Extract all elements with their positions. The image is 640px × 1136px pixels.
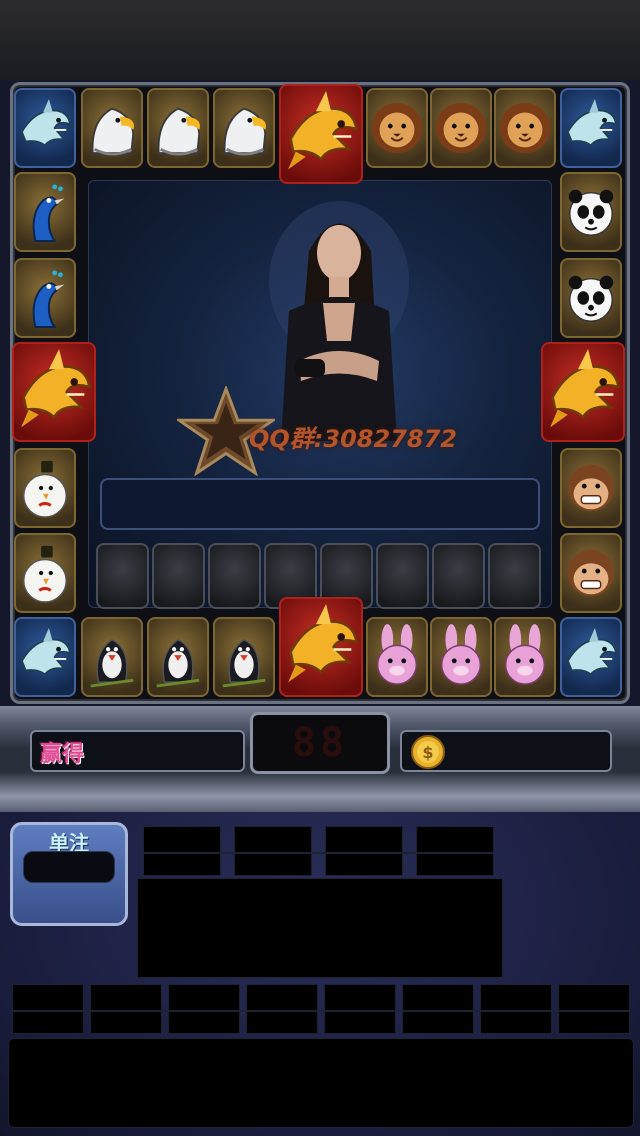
tile-eagle — [147, 88, 209, 168]
chicken-icon — [23, 460, 67, 518]
tile-golden-shark — [541, 342, 625, 442]
win-panel: 赢得 — [30, 730, 245, 772]
golden-shark-icon — [288, 604, 358, 683]
history-slot — [488, 543, 541, 609]
animal-bet-button[interactable] — [90, 984, 162, 1034]
history-slot — [152, 543, 205, 609]
single-bet-panel[interactable]: 单注 — [10, 822, 128, 926]
bet-button[interactable] — [416, 826, 494, 876]
divider — [143, 852, 494, 854]
history-slot — [208, 543, 261, 609]
tile-golden-shark — [279, 597, 363, 697]
peacock-icon — [32, 184, 65, 242]
tile-chicken — [14, 533, 76, 613]
tile-panda — [560, 258, 622, 338]
tile-shark — [14, 617, 76, 697]
hostess-image — [269, 201, 409, 441]
golden-shark-icon — [288, 91, 358, 170]
swallow-icon — [156, 638, 200, 688]
tile-rabbit — [430, 617, 492, 697]
tile-rabbit — [494, 617, 556, 697]
panda-icon — [568, 275, 614, 322]
animal-bet-button[interactable] — [402, 984, 474, 1034]
shark-icon — [20, 99, 72, 147]
history-slot — [96, 543, 149, 609]
shark-icon — [20, 628, 72, 676]
peacock-icon — [32, 270, 65, 328]
tile-eagle — [213, 88, 275, 168]
tile-chicken — [14, 448, 76, 528]
bet-button[interactable] — [143, 826, 221, 876]
coin-panel: $ — [400, 730, 612, 772]
tile-peacock — [14, 172, 76, 252]
tile-lion — [366, 88, 428, 168]
led-display: 88 — [291, 720, 349, 766]
monkey-icon — [567, 549, 615, 597]
history-slot — [376, 543, 429, 609]
bet-button[interactable] — [325, 826, 403, 876]
tile-golden-shark — [279, 84, 363, 184]
message-bar — [100, 478, 540, 530]
shark-icon — [566, 99, 618, 147]
eagle-icon — [157, 107, 201, 156]
bet-center-panel — [137, 878, 503, 978]
animal-bet-button[interactable] — [558, 984, 630, 1034]
chicken-icon — [23, 545, 67, 603]
eagle-icon — [223, 107, 267, 156]
top-bar — [0, 0, 640, 80]
history-slot — [432, 543, 485, 609]
animal-bet-button[interactable] — [168, 984, 240, 1034]
golden-shark-icon — [21, 349, 91, 428]
divider — [12, 1010, 630, 1012]
animal-bet-button[interactable] — [324, 984, 396, 1034]
tile-swallow — [147, 617, 209, 697]
rabbit-icon — [504, 624, 546, 685]
eagle-icon — [91, 107, 135, 156]
tile-shark — [14, 88, 76, 168]
tile-monkey — [560, 448, 622, 528]
panda-icon — [568, 189, 614, 236]
tile-panda — [560, 172, 622, 252]
tile-shark — [560, 617, 622, 697]
swallow-icon — [222, 638, 266, 688]
led-display-box: 88 — [250, 712, 390, 774]
rabbit-icon — [376, 624, 418, 685]
animal-bet-button[interactable] — [246, 984, 318, 1034]
tile-eagle — [81, 88, 143, 168]
swallow-icon — [90, 638, 134, 688]
tile-lion — [430, 88, 492, 168]
tile-lion — [494, 88, 556, 168]
gold-coin-icon: $ — [411, 735, 445, 769]
tile-monkey — [560, 533, 622, 613]
tile-swallow — [81, 617, 143, 697]
monkey-icon — [567, 464, 615, 512]
watermark-text: QQ群:30827872 — [249, 425, 457, 453]
bet-button[interactable] — [234, 826, 312, 876]
rabbit-icon — [440, 624, 482, 685]
animal-bet-button[interactable] — [480, 984, 552, 1034]
golden-shark-icon — [550, 349, 620, 428]
tile-swallow — [213, 617, 275, 697]
lion-icon — [371, 102, 423, 154]
win-label: 赢得 — [40, 742, 85, 767]
bottom-panel — [8, 1038, 634, 1128]
tile-peacock — [14, 258, 76, 338]
svg-text:$: $ — [422, 743, 433, 762]
tile-shark — [560, 88, 622, 168]
single-bet-value — [23, 851, 115, 883]
tile-rabbit — [366, 617, 428, 697]
tile-golden-shark — [12, 342, 96, 442]
animal-bet-button[interactable] — [12, 984, 84, 1034]
lion-icon — [435, 102, 487, 154]
shark-icon — [566, 628, 618, 676]
lion-icon — [499, 102, 551, 154]
